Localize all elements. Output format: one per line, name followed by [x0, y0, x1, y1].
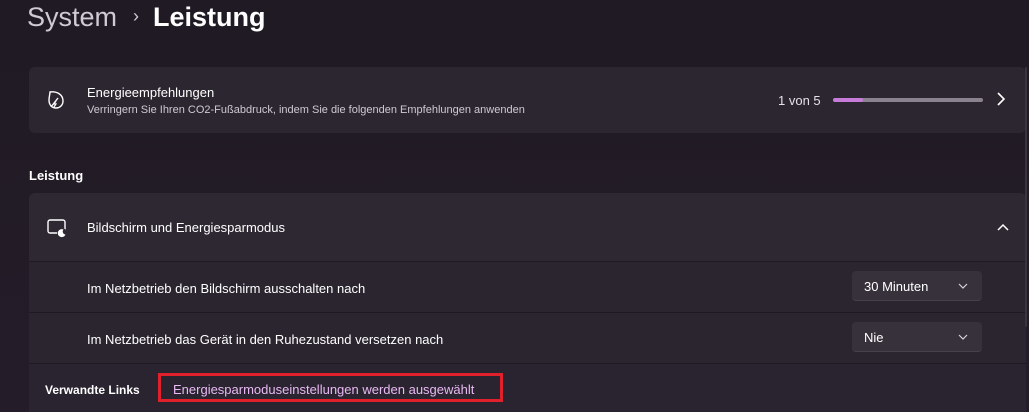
energy-recommendations-card[interactable]: Energieempfehlungen Verringern Sie Ihren…	[29, 67, 1026, 133]
scrollbar[interactable]	[1025, 67, 1027, 327]
recommendations-progress-fill	[833, 98, 863, 102]
sleep-label: Im Netzbetrieb das Gerät in den Ruhezust…	[87, 332, 444, 347]
chevron-up-icon[interactable]	[996, 222, 1010, 232]
recommendations-count: 1 von 5	[778, 93, 821, 108]
breadcrumb-system[interactable]: System	[27, 0, 117, 34]
screen-off-dropdown[interactable]: 30 Minuten	[852, 271, 982, 301]
screen-off-value: 30 Minuten	[864, 279, 929, 294]
page-title: Leistung	[153, 2, 266, 32]
screen-off-label: Im Netzbetrieb den Bildschirm ausschalte…	[87, 281, 366, 296]
sleep-dropdown[interactable]: Nie	[852, 322, 982, 352]
chevron-down-icon	[958, 334, 968, 340]
screen-sleep-icon	[47, 219, 67, 238]
sleep-value: Nie	[864, 330, 884, 345]
screen-sleep-title: Bildschirm und Energiesparmodus	[87, 220, 285, 235]
sleep-row: Im Netzbetrieb das Gerät in den Ruhezust…	[29, 312, 1026, 363]
highlight-box: Energiesparmoduseinstellungen werden aus…	[158, 373, 503, 402]
breadcrumb-separator: ›	[133, 6, 140, 26]
related-links-label: Verwandte Links	[45, 383, 140, 397]
chevron-right-icon[interactable]	[995, 91, 1007, 107]
power-mode-settings-link[interactable]: Energiesparmoduseinstellungen werden aus…	[173, 382, 474, 397]
related-links-row: Verwandte Links Energiesparmoduseinstell…	[29, 363, 1026, 412]
leaf-energy-icon	[48, 91, 64, 109]
recommendations-subtitle: Verringern Sie Ihren CO2-Fußabdruck, ind…	[87, 104, 525, 116]
chevron-down-icon	[958, 283, 968, 289]
breadcrumb: System › Leistung	[27, 0, 266, 34]
section-heading-leistung: Leistung	[29, 168, 84, 183]
screen-sleep-header[interactable]: Bildschirm und Energiesparmodus	[29, 193, 1026, 261]
recommendations-title: Energieempfehlungen	[87, 85, 215, 100]
recommendations-progress-bar	[833, 98, 983, 102]
screen-off-row: Im Netzbetrieb den Bildschirm ausschalte…	[29, 261, 1026, 312]
screen-sleep-expander: Bildschirm und Energiesparmodus Im Netzb…	[29, 193, 1026, 412]
